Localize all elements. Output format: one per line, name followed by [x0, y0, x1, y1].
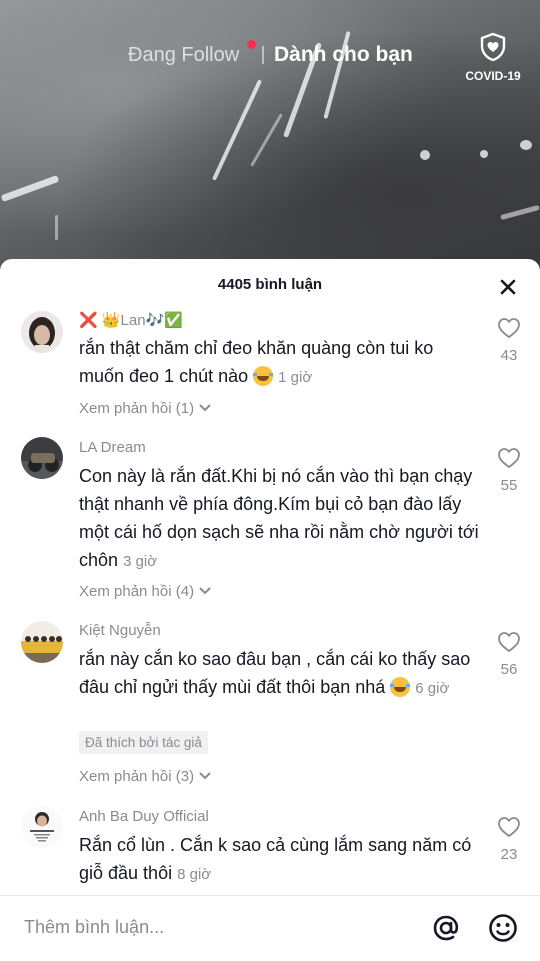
- tab-for-you[interactable]: Dành cho bạn: [274, 43, 413, 67]
- nav-divider: [262, 46, 264, 64]
- laughing-emoji-icon: [253, 366, 274, 386]
- heart-outline-icon: [498, 318, 520, 339]
- view-replies-label: Xem phản hồi (3): [79, 768, 195, 785]
- comment-time: 8 giờ: [177, 866, 212, 883]
- video-detail: [55, 215, 58, 240]
- comment-body: Rắn cổ lùn . Cắn k sao cả cùng lắm sang …: [79, 835, 472, 883]
- covid-label: COVID-19: [465, 69, 521, 83]
- covid-button[interactable]: COVID-19: [462, 32, 524, 83]
- like-count: 55: [500, 477, 518, 494]
- avatar-image: [21, 806, 63, 848]
- video-detail: [420, 150, 430, 160]
- avatar[interactable]: [21, 806, 63, 848]
- tab-following[interactable]: Đang Follow: [128, 44, 239, 67]
- video-detail: [0, 174, 60, 203]
- view-replies-button[interactable]: Xem phản hồi (3): [79, 768, 212, 785]
- avatar-image: [21, 621, 63, 663]
- avatar-image: [21, 437, 63, 479]
- heart-outline-icon: [498, 817, 520, 838]
- avatar[interactable]: [21, 311, 63, 353]
- video-detail: [500, 204, 540, 221]
- view-replies-button[interactable]: Xem phản hồi (4): [79, 583, 212, 600]
- top-navigation: Đang Follow Dành cho bạn COVID-19: [0, 32, 540, 83]
- comment-count: 4405 bình luận: [217, 276, 323, 293]
- view-replies-label: Xem phản hồi (4): [79, 583, 195, 600]
- like-count: 23: [500, 846, 518, 863]
- like-button[interactable]: 43: [492, 317, 526, 364]
- view-replies-label: Xem phản hồi (1): [79, 400, 195, 417]
- avatar-image: [21, 311, 63, 353]
- emoji-icon[interactable]: [487, 912, 519, 944]
- avatar[interactable]: [21, 437, 63, 479]
- heart-outline-icon: [498, 448, 520, 469]
- comment-text: Con này là rắn đất.Khi bị nó cắn vào thì…: [79, 462, 479, 576]
- video-detail: [520, 140, 532, 150]
- at-icon[interactable]: [430, 912, 462, 944]
- comment-time: 1 giờ: [278, 369, 313, 386]
- comments-sheet: 4405 bình luận ❌ 👑Lan🎶✅ rắn thật chăm ch…: [0, 259, 540, 960]
- laughing-emoji-icon: [390, 677, 411, 697]
- video-detail: [480, 150, 488, 158]
- chevron-down-icon: [199, 404, 211, 412]
- comment-text: Rắn cổ lùn . Cắn k sao cả cùng lắm sang …: [79, 831, 479, 889]
- close-icon[interactable]: [496, 275, 520, 299]
- like-button[interactable]: 55: [492, 447, 526, 494]
- comment-input[interactable]: [22, 916, 406, 939]
- comments-header: 4405 bình luận: [0, 259, 540, 311]
- comment-username[interactable]: Kiệt Nguyễn: [79, 622, 161, 639]
- heart-outline-icon: [498, 632, 520, 653]
- comment-time: 6 giờ: [415, 680, 450, 697]
- comment-username[interactable]: LA Dream: [79, 439, 146, 456]
- liked-by-creator-badge: Đã thích bởi tác giả: [79, 731, 208, 754]
- like-count: 43: [500, 347, 518, 364]
- view-replies-button[interactable]: Xem phản hồi (1): [79, 400, 212, 417]
- chevron-down-icon: [199, 587, 211, 595]
- avatar[interactable]: [21, 621, 63, 663]
- comment-text: rắn thật chăm chỉ đeo khăn quàng còn tui…: [79, 334, 479, 392]
- comment-time: 3 giờ: [123, 553, 158, 570]
- video-detail: [211, 79, 263, 181]
- like-count: 56: [500, 661, 518, 678]
- following-live-dot: [247, 40, 256, 49]
- comment-username[interactable]: ❌ 👑Lan🎶✅: [79, 311, 183, 329]
- comment-input-bar: [0, 895, 540, 961]
- comment-text: rắn này cắn ko sao đâu bạn , cắn cái ko …: [79, 645, 479, 703]
- like-button[interactable]: 23: [492, 816, 526, 863]
- chevron-down-icon: [199, 772, 211, 780]
- comment-body: rắn này cắn ko sao đâu bạn , cắn cái ko …: [79, 649, 471, 697]
- video-detail: [250, 113, 283, 167]
- comment-username[interactable]: Anh Ba Duy Official: [79, 808, 209, 825]
- shield-heart-icon: [480, 32, 506, 62]
- like-button[interactable]: 56: [492, 631, 526, 678]
